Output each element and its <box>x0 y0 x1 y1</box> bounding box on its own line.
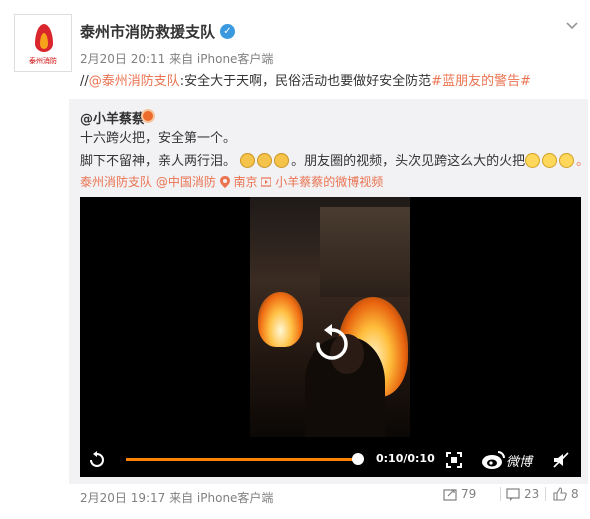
replay-small-icon[interactable] <box>88 451 106 469</box>
divider <box>545 487 546 501</box>
progress-track[interactable] <box>126 458 358 461</box>
user-badge-icon <box>141 109 155 123</box>
weibo-brand-text: 微博 <box>506 455 533 470</box>
video-fire-left <box>258 292 303 347</box>
link-taizhou-fire[interactable]: 泰州消防支队 <box>80 175 152 189</box>
comment-icon <box>506 488 520 501</box>
thumbs-up-icon <box>553 487 567 501</box>
cat-face-emoji <box>274 153 290 168</box>
location-pin-icon <box>219 176 230 188</box>
share-icon <box>443 489 457 501</box>
laughing-crying-emoji <box>525 153 541 168</box>
link-weibo-video[interactable]: 小羊蔡蔡的微博视频 <box>275 175 383 189</box>
laughing-crying-emoji <box>559 153 575 168</box>
divider <box>500 487 501 501</box>
post-meta: 2月20日 20:11 来自 iPhone客户端 <box>80 52 274 66</box>
repost-line-1: 十六跨火把，安全第一个。 <box>80 131 237 146</box>
repost-links: 泰州消防支队 @中国消防 南京 小羊蔡蔡的微博视频 <box>80 173 383 190</box>
post-text: //@泰州消防支队:安全大于天啊，民俗活动也要做好安全防范#蓝朋友的警告# <box>80 72 531 92</box>
repost-line-2: 脚下不留神，亲人两行泪。 。朋友圈的视频，头次见跨这么大的火把 。@ <box>80 150 590 169</box>
video-time: 0:10/0:10 <box>376 452 435 465</box>
repost-line-2-tail: 。朋友圈的视频，头次见跨这么大的火把 <box>291 154 526 169</box>
repost-line-2-end: 。@ <box>576 154 590 169</box>
progress-handle[interactable] <box>352 453 364 465</box>
fullscreen-icon[interactable] <box>445 451 463 469</box>
link-location-nanjing[interactable]: 南京 <box>234 175 258 189</box>
video-building <box>320 207 410 297</box>
laughing-crying-emoji <box>542 153 558 168</box>
forward-action[interactable]: 79 <box>443 487 476 501</box>
like-count: 8 <box>571 487 579 501</box>
fire-logo-inner <box>40 33 48 49</box>
mute-icon[interactable] <box>552 451 570 469</box>
video-controls: 0:10/0:10 微博 <box>80 443 581 477</box>
video-frame <box>250 197 410 437</box>
chevron-down-icon[interactable] <box>563 16 581 34</box>
weibo-logo-icon <box>482 451 505 469</box>
post-text-prefix: // <box>80 74 89 89</box>
author-name[interactable]: 泰州市消防救援支队 <box>80 21 215 42</box>
comment-action[interactable]: 23 <box>506 487 539 501</box>
comment-count: 23 <box>524 487 540 501</box>
link-china-fire[interactable]: @中国消防 <box>156 175 216 189</box>
cat-face-emoji <box>240 153 256 168</box>
repost-meta: 2月20日 19:17 来自 iPhone客户端 <box>80 491 274 505</box>
repost-line-2-text: 脚下不留神，亲人两行泪。 <box>80 154 237 169</box>
verified-check-icon: ✓ <box>220 24 235 39</box>
mention-link[interactable]: @泰州消防支队 <box>89 74 180 89</box>
progress-fill <box>126 458 358 461</box>
post-text-body: :安全大于天啊，民俗活动也要做好安全防范 <box>179 74 432 89</box>
replay-icon[interactable] <box>310 322 354 366</box>
video-player[interactable] <box>80 197 581 477</box>
author-avatar[interactable]: 泰州消防 <box>14 14 72 72</box>
cat-face-emoji <box>257 153 273 168</box>
like-action[interactable]: 8 <box>553 487 579 501</box>
hashtag-link[interactable]: #蓝朋友的警告# <box>431 74 531 89</box>
video-link-icon <box>261 177 272 187</box>
avatar-logo-text: 泰州消防 <box>29 57 57 65</box>
forward-count: 79 <box>461 487 477 501</box>
repost-username[interactable]: @小羊蔡蔡 <box>80 108 145 127</box>
